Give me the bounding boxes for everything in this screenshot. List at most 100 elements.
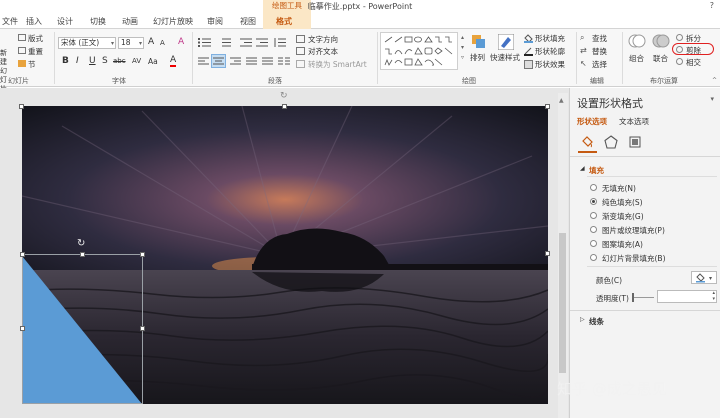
slide-rotate-icon[interactable]: ↻ bbox=[280, 91, 288, 101]
subtract-button[interactable]: 相交 bbox=[686, 57, 701, 68]
section-button[interactable]: 节 bbox=[28, 59, 36, 70]
transparency-slider[interactable] bbox=[632, 297, 654, 298]
tab-file[interactable]: 文件 bbox=[2, 16, 18, 27]
radio-background-fill[interactable] bbox=[590, 254, 597, 261]
scrollbar-thumb[interactable] bbox=[559, 233, 566, 373]
arrange-button[interactable]: 排列 bbox=[470, 52, 485, 63]
align-center-icon[interactable] bbox=[211, 54, 226, 68]
convert-smartart-button[interactable]: 转换为 SmartArt bbox=[308, 59, 367, 70]
tab-animations[interactable]: 动画 bbox=[122, 16, 138, 27]
align-right-icon[interactable] bbox=[230, 57, 241, 67]
resize-handle[interactable] bbox=[20, 326, 25, 331]
grow-font-button[interactable]: A bbox=[148, 37, 154, 47]
slide-handle[interactable] bbox=[545, 104, 550, 109]
intersect-button[interactable]: 剪除 bbox=[686, 45, 701, 56]
strikethrough-button[interactable]: abc bbox=[113, 57, 126, 65]
slide-handle[interactable] bbox=[282, 104, 287, 109]
tab-review[interactable]: 审阅 bbox=[207, 16, 223, 27]
distribute-icon[interactable] bbox=[262, 57, 273, 67]
rotate-handle-icon[interactable]: ↻ bbox=[77, 238, 85, 249]
tab-transitions[interactable]: 切换 bbox=[90, 16, 106, 27]
resize-handle[interactable] bbox=[140, 326, 145, 331]
font-name-select[interactable]: 宋体 (正文) ▾ bbox=[58, 37, 116, 49]
quick-styles-icon bbox=[497, 33, 515, 51]
increase-indent-icon[interactable] bbox=[256, 38, 268, 49]
vertical-scrollbar[interactable]: ▲ bbox=[558, 93, 568, 418]
decrease-indent-icon[interactable] bbox=[240, 38, 252, 49]
scroll-up-icon[interactable]: ▲ bbox=[559, 97, 564, 104]
effects-pentagon-icon[interactable] bbox=[604, 135, 618, 151]
collapse-fill-icon[interactable]: ◢ bbox=[580, 165, 585, 172]
reset-icon bbox=[18, 47, 26, 54]
numbering-icon[interactable] bbox=[218, 38, 232, 49]
shape-fill-button[interactable]: 形状填充 bbox=[535, 33, 565, 44]
label-picture-fill: 图片或纹理填充(P) bbox=[602, 226, 665, 235]
quick-styles-button[interactable]: 快速样式 bbox=[490, 52, 520, 63]
group-label-paragraph: 段落 bbox=[268, 77, 282, 85]
slide-handle[interactable] bbox=[19, 104, 24, 109]
group-label-drawing: 绘图 bbox=[462, 77, 476, 85]
combine-button[interactable]: 联合 bbox=[653, 53, 668, 64]
transparency-input[interactable]: ▴ ▾ bbox=[657, 290, 717, 303]
fill-section-header[interactable]: 填充 bbox=[589, 165, 604, 176]
bold-button[interactable]: B bbox=[62, 56, 69, 66]
combine-icon bbox=[652, 33, 670, 51]
text-direction-button[interactable]: 文字方向 bbox=[308, 34, 338, 45]
shapes-gallery[interactable] bbox=[380, 32, 458, 70]
divider bbox=[587, 176, 717, 177]
tab-view[interactable]: 视图 bbox=[240, 16, 256, 27]
fill-line-icon[interactable] bbox=[580, 135, 594, 151]
collapse-ribbon-icon[interactable]: ^ bbox=[712, 77, 717, 84]
justify-icon[interactable] bbox=[246, 57, 257, 67]
radio-picture-fill[interactable] bbox=[590, 226, 597, 233]
union-button[interactable]: 组合 bbox=[629, 53, 644, 64]
line-section-header[interactable]: 线条 bbox=[589, 316, 604, 327]
tab-insert[interactable]: 插入 bbox=[26, 16, 42, 27]
radio-pattern-fill[interactable] bbox=[590, 240, 597, 247]
shape-effects-button[interactable]: 形状效果 bbox=[535, 59, 565, 70]
bullets-icon[interactable] bbox=[198, 38, 212, 49]
char-spacing-button[interactable]: AV bbox=[132, 57, 141, 65]
radio-solid-fill[interactable] bbox=[590, 198, 597, 205]
clear-format-button[interactable]: A bbox=[178, 37, 184, 47]
replace-button[interactable]: 替换 bbox=[592, 46, 607, 57]
spinner-icon[interactable]: ▴ ▾ bbox=[712, 290, 715, 302]
columns-icon[interactable] bbox=[278, 57, 290, 67]
find-button[interactable]: 查找 bbox=[592, 33, 607, 44]
tab-design[interactable]: 设计 bbox=[57, 16, 73, 27]
color-picker-button[interactable]: ▾ bbox=[691, 271, 717, 284]
align-text-button[interactable]: 对齐文本 bbox=[308, 46, 338, 57]
reset-button[interactable]: 重置 bbox=[28, 46, 43, 57]
help-icon[interactable]: ? bbox=[710, 1, 714, 10]
line-spacing-icon[interactable] bbox=[274, 38, 286, 49]
shadow-button[interactable]: S bbox=[102, 56, 108, 66]
resize-handle[interactable] bbox=[20, 252, 25, 257]
underline-button[interactable]: U bbox=[89, 56, 96, 66]
change-case-button[interactable]: Aa bbox=[148, 57, 158, 66]
tab-shape-options[interactable]: 形状选项 bbox=[577, 116, 607, 127]
italic-button[interactable]: I bbox=[76, 56, 79, 66]
expand-line-icon[interactable]: ▷ bbox=[580, 316, 585, 323]
resize-handle[interactable] bbox=[140, 252, 145, 257]
tab-format[interactable]: 格式 bbox=[276, 16, 292, 27]
slide-handle[interactable] bbox=[545, 251, 550, 256]
panel-menu-icon[interactable]: ▾ bbox=[710, 95, 714, 103]
align-left-icon[interactable] bbox=[198, 57, 209, 67]
label-gradient-fill: 渐变填充(G) bbox=[602, 212, 644, 221]
layout-button[interactable]: 版式 bbox=[28, 33, 43, 44]
slider-thumb[interactable] bbox=[632, 293, 634, 302]
shrink-font-button[interactable]: A bbox=[160, 39, 165, 47]
arrange-icon bbox=[472, 35, 486, 49]
separator bbox=[192, 32, 193, 84]
shape-outline-button[interactable]: 形状轮廓 bbox=[535, 46, 565, 57]
select-button[interactable]: 选择 bbox=[592, 59, 607, 70]
tab-text-options[interactable]: 文本选项 bbox=[619, 116, 649, 127]
tab-slideshow[interactable]: 幻灯片放映 bbox=[153, 16, 193, 27]
size-properties-icon[interactable] bbox=[628, 135, 642, 151]
radio-no-fill[interactable] bbox=[590, 184, 597, 191]
resize-handle[interactable] bbox=[80, 252, 85, 257]
font-color-button[interactable]: A bbox=[170, 56, 177, 67]
font-size-select[interactable]: 18 ▾ bbox=[118, 37, 144, 49]
radio-gradient-fill[interactable] bbox=[590, 212, 597, 219]
gallery-scroll-icon[interactable]: ▴ ▾ ▿ bbox=[461, 33, 464, 63]
